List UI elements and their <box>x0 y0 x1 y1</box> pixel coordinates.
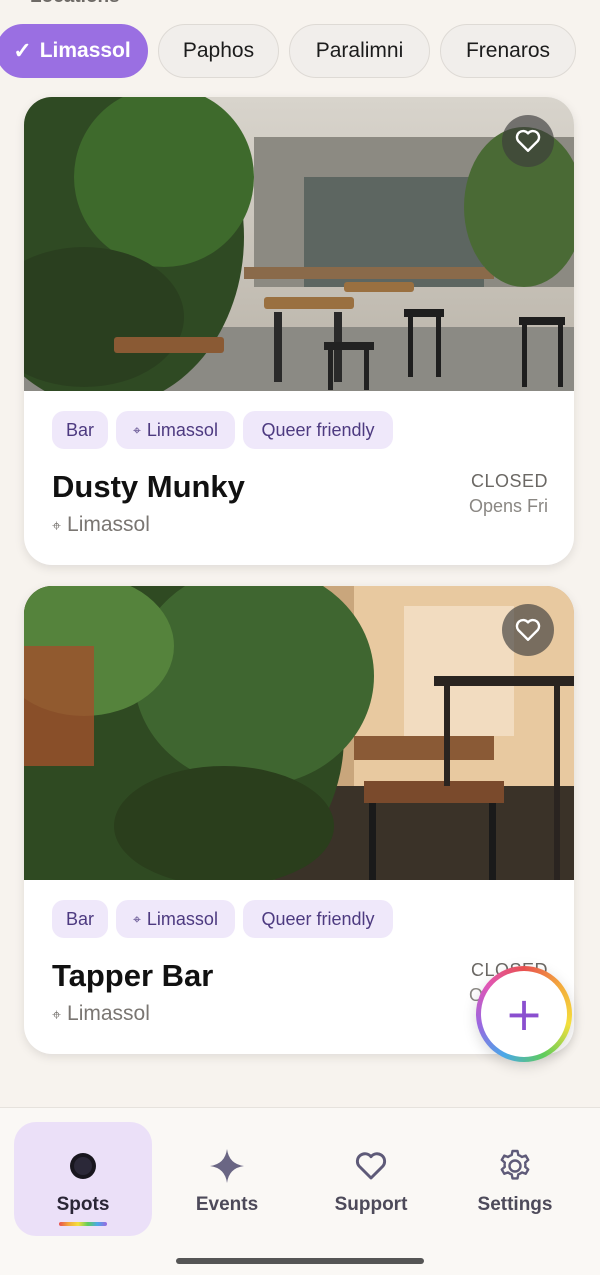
tag-location: ⌖ Limassol <box>116 411 235 449</box>
tag: Bar <box>52 900 108 938</box>
pin-icon: ⌖ <box>133 421 141 438</box>
opening-time: Opens Fri <box>468 496 548 516</box>
pin-icon: ⌖ <box>52 518 62 535</box>
tag-location: ⌖ Limassol <box>116 900 235 938</box>
spot-photo <box>24 97 574 391</box>
nav-label: Support <box>334 1194 408 1215</box>
favorite-button[interactable] <box>502 604 554 656</box>
spot-location-label: Limassol <box>67 1002 150 1025</box>
add-spot-button[interactable]: + <box>476 966 572 1062</box>
gear-icon <box>497 1146 533 1186</box>
status-badge: CLOSED <box>470 471 548 491</box>
spot-name: Tapper Bar <box>52 958 214 993</box>
heart-outline-icon <box>515 129 541 152</box>
section-label-locations: Locations <box>30 0 120 8</box>
spot-card[interactable]: Bar ⌖ Limassol Queer friendly Dusty Munk… <box>24 97 574 565</box>
chip-paphos[interactable]: Paphos <box>158 24 279 78</box>
plus-icon: + <box>481 971 567 1057</box>
sparkle-icon <box>209 1146 245 1186</box>
spot-status: CLOSED Opens Fri <box>469 471 548 517</box>
tag-label: Limassol <box>146 419 218 440</box>
bottom-navigation: Spots Events Support Settings <box>0 1107 600 1275</box>
nav-label: Spots <box>56 1194 110 1215</box>
tag: Bar <box>52 411 108 449</box>
nav-item-support[interactable]: Support <box>302 1122 440 1236</box>
check-icon: ✓ <box>13 38 32 63</box>
favorite-button[interactable] <box>502 115 554 167</box>
spots-icon <box>68 1146 98 1186</box>
nav-label: Settings <box>477 1194 553 1215</box>
active-indicator <box>59 1222 107 1226</box>
spot-location-label: Limassol <box>67 513 150 536</box>
pin-icon: ⌖ <box>133 910 141 927</box>
chip-limassol[interactable]: ✓ Limassol <box>0 24 148 78</box>
nav-label: Events <box>195 1194 259 1215</box>
tag-label: Limassol <box>146 908 218 929</box>
chip-label: Paralimni <box>315 39 404 62</box>
home-indicator <box>176 1258 424 1264</box>
pin-icon: ⌖ <box>52 1007 62 1024</box>
chip-label: Paphos <box>182 39 255 62</box>
heart-outline-icon <box>515 618 541 641</box>
chip-frenaros[interactable]: Frenaros <box>440 24 576 78</box>
tag: Queer friendly <box>243 411 393 449</box>
heart-icon <box>355 1146 387 1186</box>
nav-item-settings[interactable]: Settings <box>446 1122 584 1236</box>
location-filter-chips: ✓ Limassol Paphos Paralimni Frenaros <box>0 24 600 78</box>
spot-name: Dusty Munky <box>52 469 245 504</box>
chip-label: Frenaros <box>465 39 551 62</box>
nav-item-events[interactable]: Events <box>158 1122 296 1236</box>
tag: Queer friendly <box>243 900 393 938</box>
spot-location: ⌖ Limassol <box>52 1002 150 1026</box>
chip-paralimni[interactable]: Paralimni <box>289 24 430 78</box>
chip-label: Limassol <box>39 39 131 62</box>
spot-photo <box>24 586 574 880</box>
spot-location: ⌖ Limassol <box>52 513 150 537</box>
nav-item-spots[interactable]: Spots <box>14 1122 152 1236</box>
